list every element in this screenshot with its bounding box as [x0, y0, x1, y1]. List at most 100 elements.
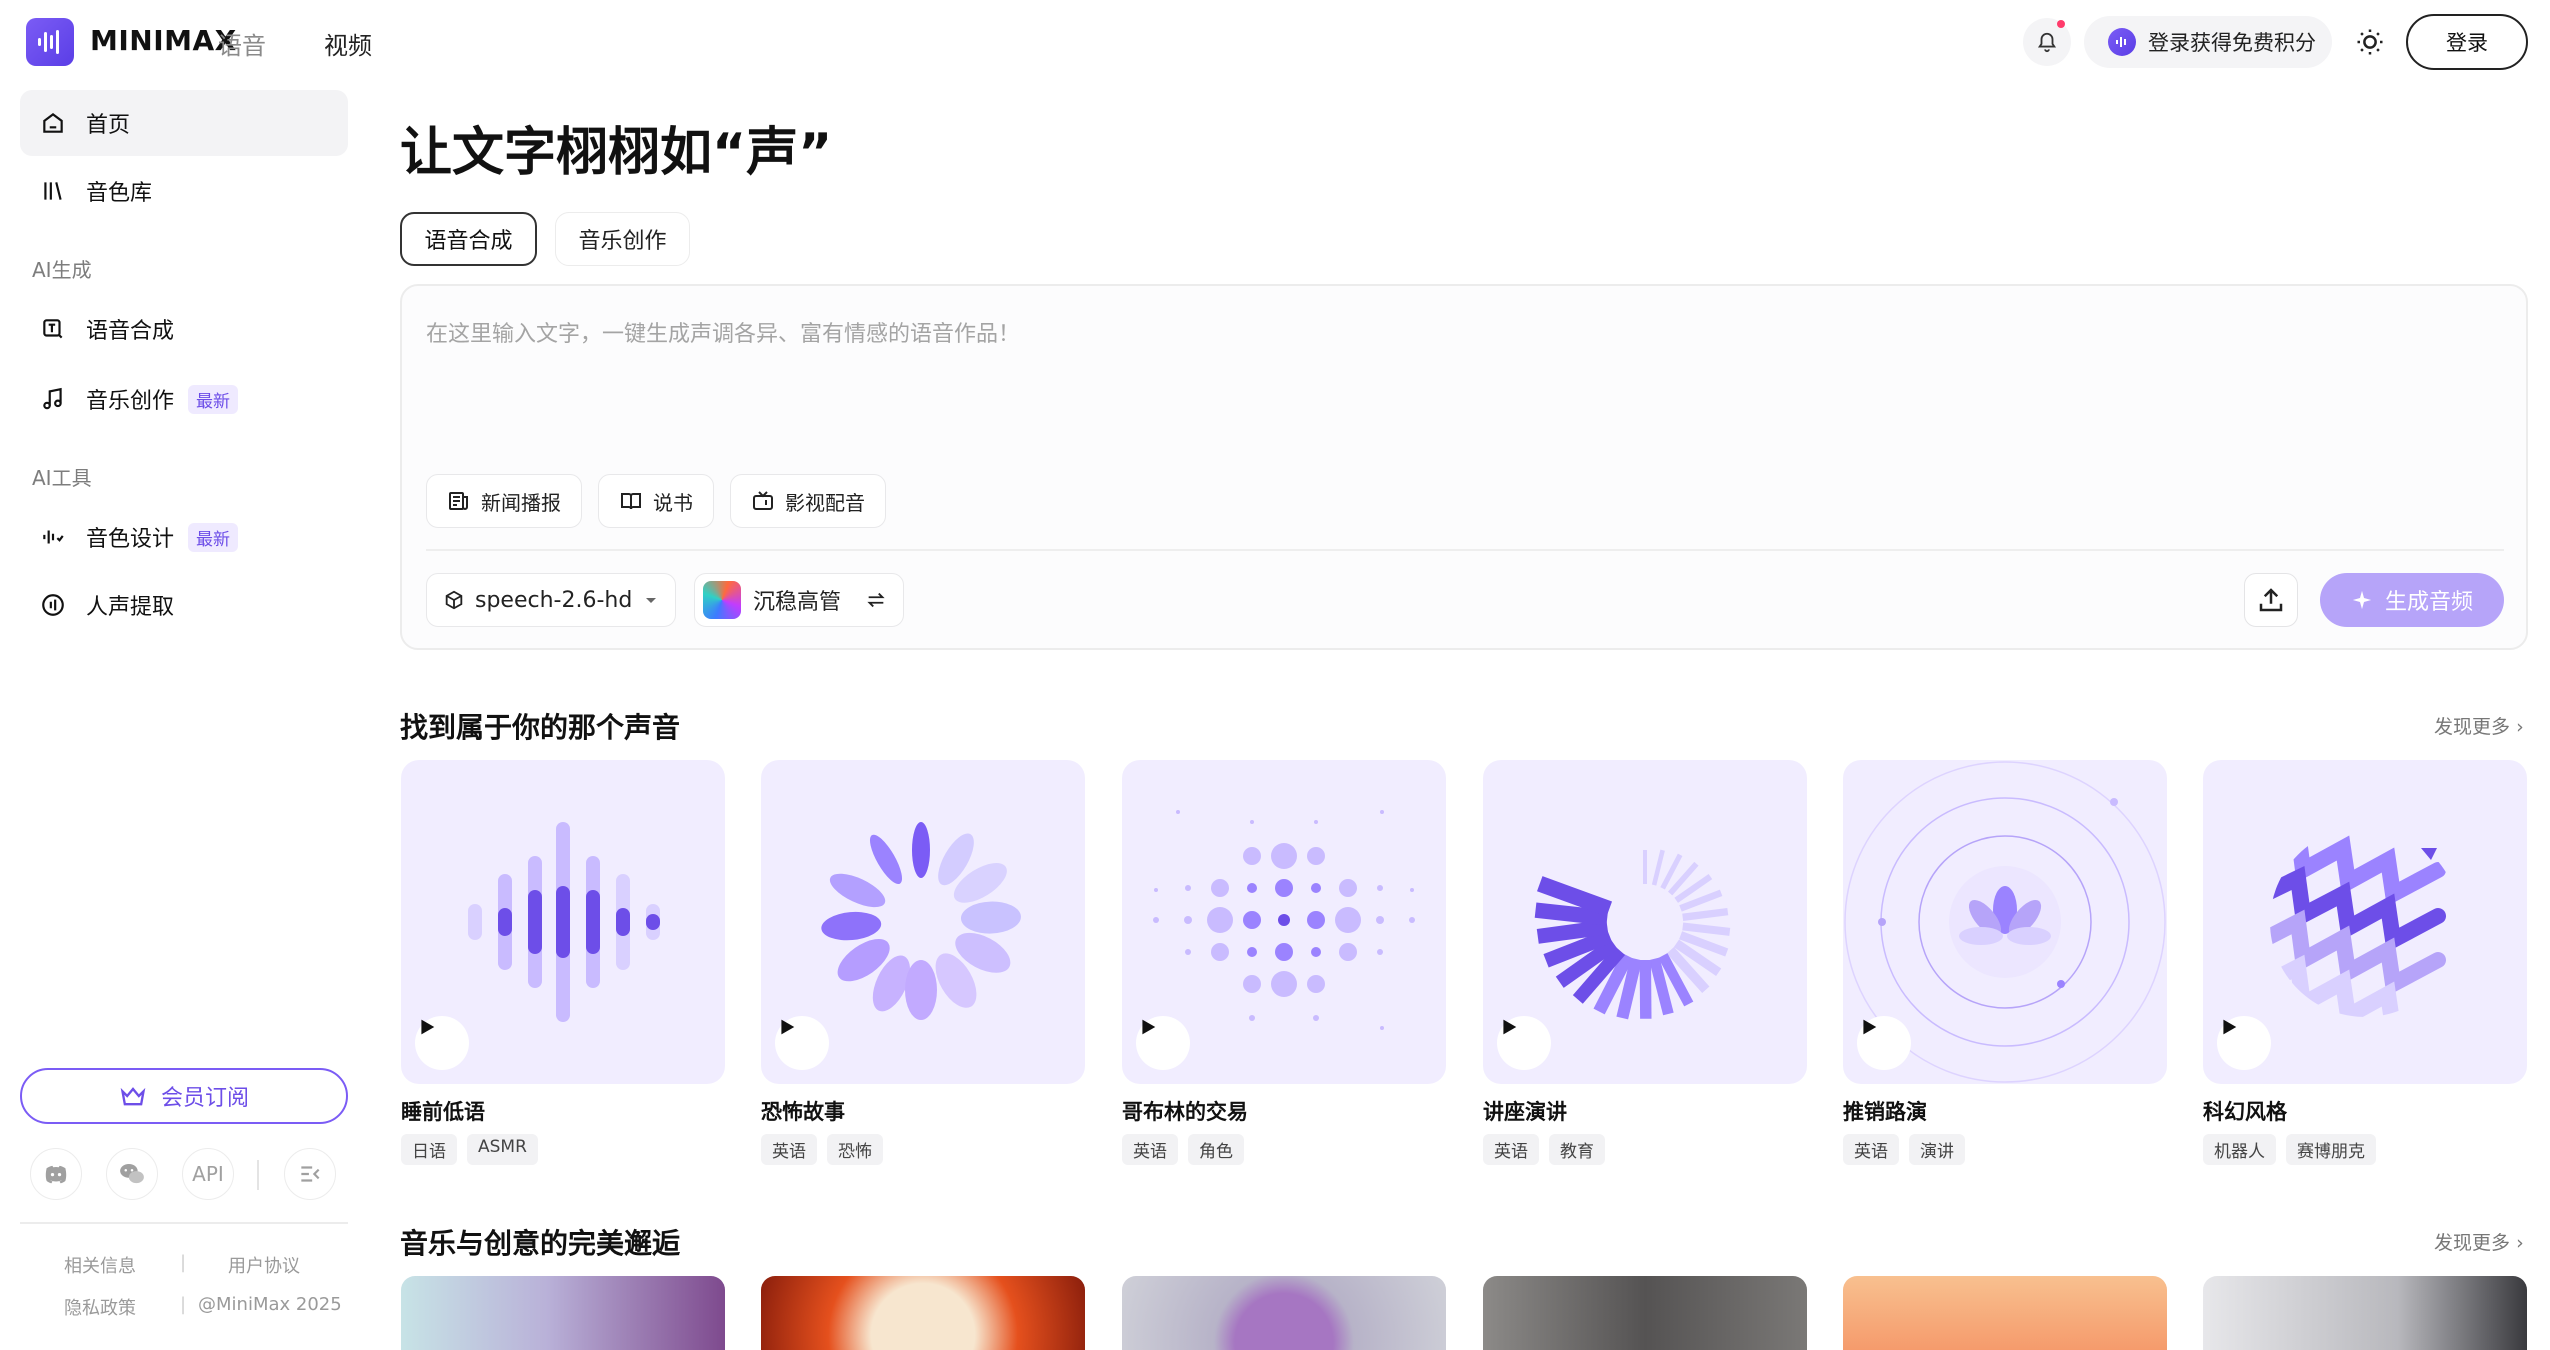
- voice-select[interactable]: 沉稳高管: [694, 573, 904, 627]
- tag-row: 机器人 赛博朋克: [2203, 1134, 2376, 1165]
- music-card-thumbnail[interactable]: [761, 1276, 1085, 1350]
- card-title[interactable]: 睡前低语: [401, 1096, 485, 1126]
- tag: 英语: [1483, 1134, 1539, 1165]
- play-button[interactable]: [415, 1016, 469, 1070]
- sidebar-item-home[interactable]: 首页: [20, 90, 348, 156]
- wechat-button[interactable]: [106, 1148, 158, 1200]
- section-title-find-voice: 找到属于你的那个声音: [400, 711, 681, 744]
- voice-card-lecture[interactable]: [1483, 760, 1807, 1084]
- collapse-sidebar-button[interactable]: [284, 1148, 336, 1200]
- tag: 日语: [401, 1134, 457, 1165]
- tab-music-creation[interactable]: 音乐创作: [555, 212, 690, 266]
- login-button[interactable]: 登录: [2406, 14, 2528, 70]
- play-icon: [421, 1019, 435, 1035]
- tag: ASMR: [467, 1134, 538, 1165]
- privacy-link[interactable]: 隐私政策: [64, 1294, 136, 1320]
- generate-audio-button[interactable]: 生成音频: [2320, 573, 2504, 627]
- vip-subscribe-button[interactable]: 会员订阅: [20, 1068, 348, 1124]
- brand-name[interactable]: MINIMAX: [90, 24, 237, 57]
- nav-video-link[interactable]: 视频: [324, 26, 372, 61]
- card-title[interactable]: 科幻风格: [2203, 1096, 2287, 1126]
- discover-more-link[interactable]: 发现更多 ›: [2434, 712, 2524, 739]
- music-card-thumbnail[interactable]: [1483, 1276, 1807, 1350]
- chevron-right-icon: ›: [2516, 1232, 2524, 1254]
- api-button[interactable]: API: [182, 1148, 234, 1200]
- card-title[interactable]: 哥布林的交易: [1122, 1096, 1248, 1126]
- footer-separator: |: [180, 1294, 187, 1315]
- tag: 演讲: [1909, 1134, 1965, 1165]
- terms-link[interactable]: 用户协议: [228, 1252, 300, 1278]
- footer-separator: |: [180, 1252, 187, 1273]
- waveform-icon: [2108, 28, 2136, 56]
- music-card-thumbnail[interactable]: [401, 1276, 725, 1350]
- play-button[interactable]: [775, 1016, 829, 1070]
- sun-icon: [2357, 29, 2383, 55]
- sidebar-item-music-creation[interactable]: 音乐创作 最新: [20, 366, 348, 432]
- sidebar-item-speech-synthesis[interactable]: 语音合成: [20, 296, 348, 362]
- play-button[interactable]: [2217, 1016, 2271, 1070]
- sidebar-item-voice-design[interactable]: 音色设计 最新: [20, 504, 348, 570]
- preset-label: 新闻播报: [481, 490, 561, 515]
- music-card-thumbnail[interactable]: [1122, 1276, 1446, 1350]
- voice-card-sales-pitch[interactable]: [1843, 760, 2167, 1084]
- voice-card-goblin-deal[interactable]: [1122, 760, 1446, 1084]
- tag: 英语: [1122, 1134, 1178, 1165]
- tag-row: 英语 角色: [1122, 1134, 1244, 1165]
- tag: 角色: [1188, 1134, 1244, 1165]
- voice-card-bedtime-whisper[interactable]: [401, 760, 725, 1084]
- section-title-music-creativity: 音乐与创意的完美邂逅: [400, 1227, 681, 1260]
- card-title[interactable]: 讲座演讲: [1483, 1096, 1567, 1126]
- voice-card-sci-fi[interactable]: [2203, 760, 2527, 1084]
- related-info-link[interactable]: 相关信息: [64, 1252, 136, 1278]
- sidebar-item-voice-library[interactable]: 音色库: [20, 158, 348, 224]
- free-credits-label: 登录获得免费积分: [2148, 31, 2316, 55]
- upload-button[interactable]: [2244, 573, 2298, 627]
- tag-row: 日语 ASMR: [401, 1134, 538, 1165]
- model-select-value: speech-2.6-hd: [475, 587, 633, 613]
- tag: 英语: [1843, 1134, 1899, 1165]
- sidebar-item-label: 语音合成: [86, 319, 175, 344]
- sidebar-item-vocal-extraction[interactable]: 人声提取: [20, 572, 348, 638]
- book-icon: [621, 493, 641, 510]
- tab-speech-synthesis[interactable]: 语音合成: [400, 212, 537, 266]
- voice-card-horror-story[interactable]: [761, 760, 1085, 1084]
- swap-icon: [867, 592, 885, 608]
- chevron-down-icon: [646, 598, 656, 603]
- play-icon: [1142, 1019, 1156, 1035]
- discover-more-link[interactable]: 发现更多 ›: [2434, 1228, 2524, 1255]
- tag-row: 英语 演讲: [1843, 1134, 1965, 1165]
- new-badge: 最新: [188, 384, 239, 414]
- news-icon: [449, 492, 468, 510]
- play-button[interactable]: [1497, 1016, 1551, 1070]
- free-credits-button[interactable]: 登录获得免费积分: [2084, 16, 2332, 68]
- voice-avatar: [703, 581, 741, 619]
- copyright-text: @MiniMax 2025: [198, 1294, 342, 1315]
- play-button[interactable]: [1857, 1016, 1911, 1070]
- home-icon: [38, 108, 68, 138]
- text-input[interactable]: 在这里输入文字，一键生成声调各异、富有情感的语音作品！: [426, 316, 1020, 348]
- minimax-logo[interactable]: [26, 18, 74, 66]
- music-note-icon: [38, 384, 68, 414]
- radial-bar: [1651, 849, 1665, 886]
- music-card-thumbnail[interactable]: [1843, 1276, 2167, 1350]
- preset-news-button[interactable]: 新闻播报: [426, 474, 582, 528]
- brand-sub-audio[interactable]: 语音: [218, 26, 266, 61]
- preset-storytelling-button[interactable]: 说书: [598, 474, 714, 528]
- generate-audio-label: 生成音频: [2384, 590, 2473, 615]
- waveform-logo-icon: [38, 30, 59, 54]
- crown-icon: [120, 1087, 146, 1106]
- vip-subscribe-label: 会员订阅: [160, 1086, 249, 1111]
- theme-toggle[interactable]: [2350, 22, 2390, 62]
- play-button[interactable]: [1136, 1016, 1190, 1070]
- music-card-thumbnail[interactable]: [2203, 1276, 2527, 1350]
- card-title[interactable]: 推销路演: [1843, 1096, 1927, 1126]
- sparkle-icon: [2352, 590, 2372, 610]
- radial-bar: [1682, 922, 1731, 936]
- vocal-extract-icon: [38, 590, 68, 620]
- discord-button[interactable]: [30, 1148, 82, 1200]
- card-title[interactable]: 恐怖故事: [761, 1096, 845, 1126]
- bell-icon: [2037, 32, 2057, 53]
- discover-more-label: 发现更多: [2434, 716, 2511, 738]
- preset-film-dubbing-button[interactable]: 影视配音: [730, 474, 886, 528]
- model-select[interactable]: speech-2.6-hd: [426, 573, 676, 627]
